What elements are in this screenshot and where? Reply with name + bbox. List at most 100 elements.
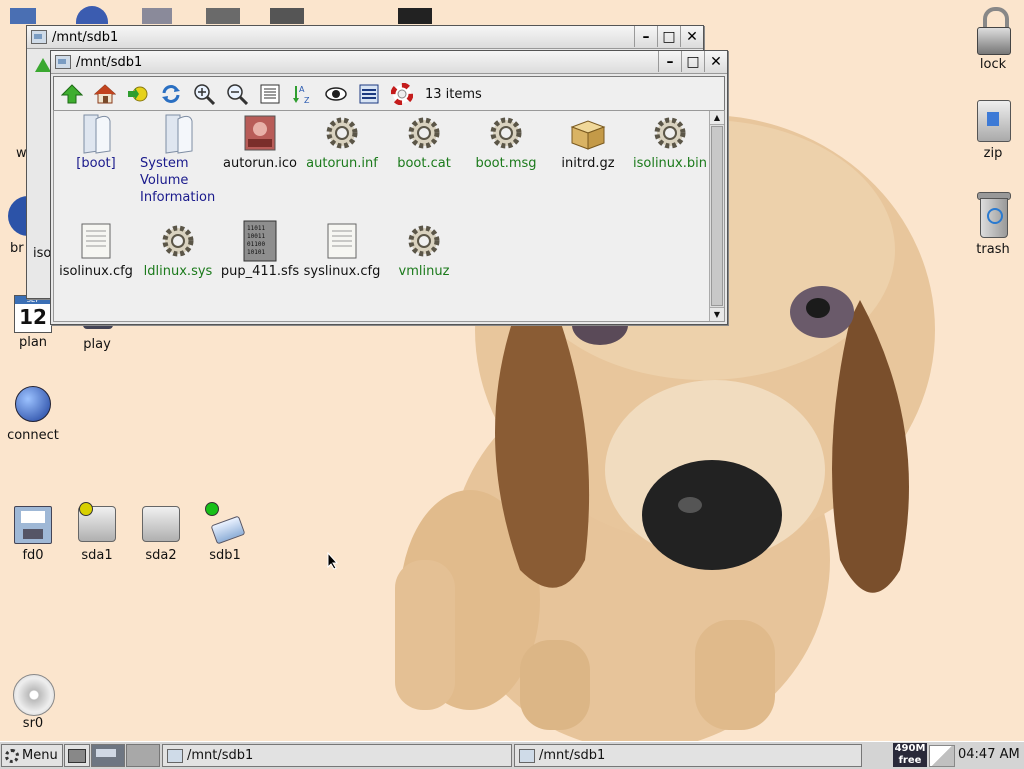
desktop-icon-label: play <box>83 337 111 352</box>
file-item[interactable]: autorun.inf <box>300 111 384 172</box>
goto-icon[interactable] <box>126 82 150 106</box>
archive-icon <box>973 100 1013 144</box>
back-window-titlebar[interactable]: /mnt/sdb1 – □ ✕ <box>27 26 703 49</box>
file-manager-window[interactable]: /mnt/sdb1 – □ ✕ AZ 13 items [boot] Syste… <box>50 50 728 325</box>
task-button[interactable]: /mnt/sdb1 <box>162 744 512 767</box>
minimize-button[interactable]: – <box>634 26 657 47</box>
globe-icon <box>76 6 108 24</box>
file-item[interactable]: autorun.ico <box>218 111 302 172</box>
taskbar: Menu /mnt/sdb1 /mnt/sdb1 490M free 04:47… <box>0 741 1024 769</box>
menu-button[interactable]: Menu <box>1 744 63 767</box>
window-icon <box>55 55 71 69</box>
clock[interactable]: 04:47 AM <box>958 747 1020 762</box>
scroll-up-icon[interactable]: ▲ <box>710 111 724 125</box>
maximize-button[interactable]: □ <box>681 51 704 72</box>
help-lifebuoy-icon[interactable] <box>390 82 414 106</box>
file-list[interactable]: [boot] System Volume Information autorun… <box>53 110 725 322</box>
desktop-icon-label: sr0 <box>22 716 44 731</box>
settings-icon <box>206 8 240 24</box>
vertical-scrollbar[interactable]: ▲ ▼ <box>709 111 724 321</box>
details-view-icon[interactable] <box>258 82 282 106</box>
desktop-icon-sr0[interactable]: sr0 <box>1 674 65 731</box>
gear-icon <box>322 111 362 155</box>
file-name: [boot] <box>76 156 116 171</box>
calendar-icon: SEP 12 <box>14 295 52 333</box>
file-item[interactable]: System Volume Information <box>136 111 220 206</box>
zoom-out-icon[interactable] <box>225 82 249 106</box>
window-title: /mnt/sdb1 <box>76 54 143 70</box>
desktop-icon-sdb1[interactable]: sdb1 <box>193 502 257 563</box>
window-titlebar[interactable]: /mnt/sdb1 – □ ✕ <box>51 51 727 74</box>
memory-label: free <box>898 755 922 766</box>
task-button[interactable]: /mnt/sdb1 <box>514 744 862 767</box>
menu-label: Menu <box>22 748 58 763</box>
scrollbar-thumb[interactable] <box>711 126 723 306</box>
scroll-down-icon[interactable]: ▼ <box>710 307 724 321</box>
file-name: boot.msg <box>475 156 537 171</box>
free-memory-indicator[interactable]: 490M free <box>893 743 927 767</box>
partial-desktop-label-br: br <box>10 241 24 256</box>
close-button[interactable]: ✕ <box>680 26 703 47</box>
svg-text:10101: 10101 <box>247 249 265 256</box>
up-arrow-icon[interactable] <box>35 58 51 72</box>
text-file-icon <box>322 219 362 263</box>
desktop-icon-label: fd0 <box>22 548 44 563</box>
task-title: /mnt/sdb1 <box>187 748 254 763</box>
gear-icon <box>486 111 526 155</box>
desktop-icon-trash[interactable]: trash <box>961 192 1024 257</box>
printer-icon <box>68 748 86 763</box>
desktop-icon-connect[interactable]: connect <box>1 384 65 443</box>
file-item[interactable]: vmlinuz <box>382 219 466 280</box>
calculator-icon <box>142 8 172 24</box>
home-icon[interactable] <box>93 82 117 106</box>
file-item[interactable]: [boot] <box>54 111 138 172</box>
file-name: isolinux.cfg <box>59 264 133 279</box>
desktop-icon-sda1[interactable]: sda1 <box>65 502 129 563</box>
usb-drive-icon <box>205 502 246 546</box>
package-icon <box>568 111 608 155</box>
file-name: System Volume Information <box>140 156 216 205</box>
hard-drive-icon <box>77 502 117 546</box>
svg-text:01100: 01100 <box>247 241 265 248</box>
minimize-button[interactable]: – <box>658 51 681 72</box>
file-item[interactable]: isolinux.cfg <box>54 219 138 280</box>
file-item[interactable]: initrd.gz <box>546 111 630 172</box>
padlock-icon <box>973 7 1013 55</box>
file-item[interactable]: syslinux.cfg <box>300 219 384 280</box>
refresh-icon[interactable] <box>159 82 183 106</box>
file-item[interactable]: boot.cat <box>382 111 466 172</box>
desktop-pager-1[interactable] <box>91 744 125 767</box>
desktop-icon-label: connect <box>7 428 59 443</box>
close-button[interactable]: ✕ <box>704 51 727 72</box>
list-view-icon[interactable] <box>357 82 381 106</box>
memory-amount: 490M <box>894 743 926 754</box>
file-name: initrd.gz <box>561 156 615 171</box>
svg-text:10011: 10011 <box>247 233 265 240</box>
desktop-icon-sda2[interactable]: sda2 <box>129 506 193 563</box>
desktop-pager-2[interactable] <box>126 744 160 767</box>
volume-icon[interactable] <box>929 745 955 767</box>
desktop-icon-label: lock <box>979 57 1007 72</box>
eye-icon[interactable] <box>324 82 348 106</box>
file-item[interactable]: isolinux.bin <box>628 111 712 172</box>
file-name: vmlinuz <box>398 264 450 279</box>
gear-icon <box>404 219 444 263</box>
toolbar: AZ 13 items <box>53 76 725 112</box>
svg-text:A: A <box>299 85 305 94</box>
image-icon <box>240 111 280 155</box>
sort-az-icon[interactable]: AZ <box>291 82 315 106</box>
up-arrow-icon[interactable] <box>60 82 84 106</box>
desktop-icon-label: sdb1 <box>209 548 241 563</box>
desktop-icon-zip[interactable]: zip <box>961 100 1024 161</box>
desktop-icon-lock[interactable]: lock <box>961 7 1024 72</box>
maximize-button[interactable]: □ <box>657 26 680 47</box>
mouse-pointer-icon <box>327 552 339 570</box>
file-item[interactable]: ldlinux.sys <box>136 219 220 280</box>
file-item[interactable]: boot.msg <box>464 111 548 172</box>
file-item[interactable]: 11011 10011 01100 10101 pup_411.sfs <box>218 219 302 280</box>
desktop-icon-label: sda2 <box>145 548 177 563</box>
quicklaunch-icon[interactable] <box>64 744 90 767</box>
desktop-icon-fd0[interactable]: fd0 <box>1 506 65 563</box>
file-name: pup_411.sfs <box>220 264 300 279</box>
zoom-in-icon[interactable] <box>192 82 216 106</box>
